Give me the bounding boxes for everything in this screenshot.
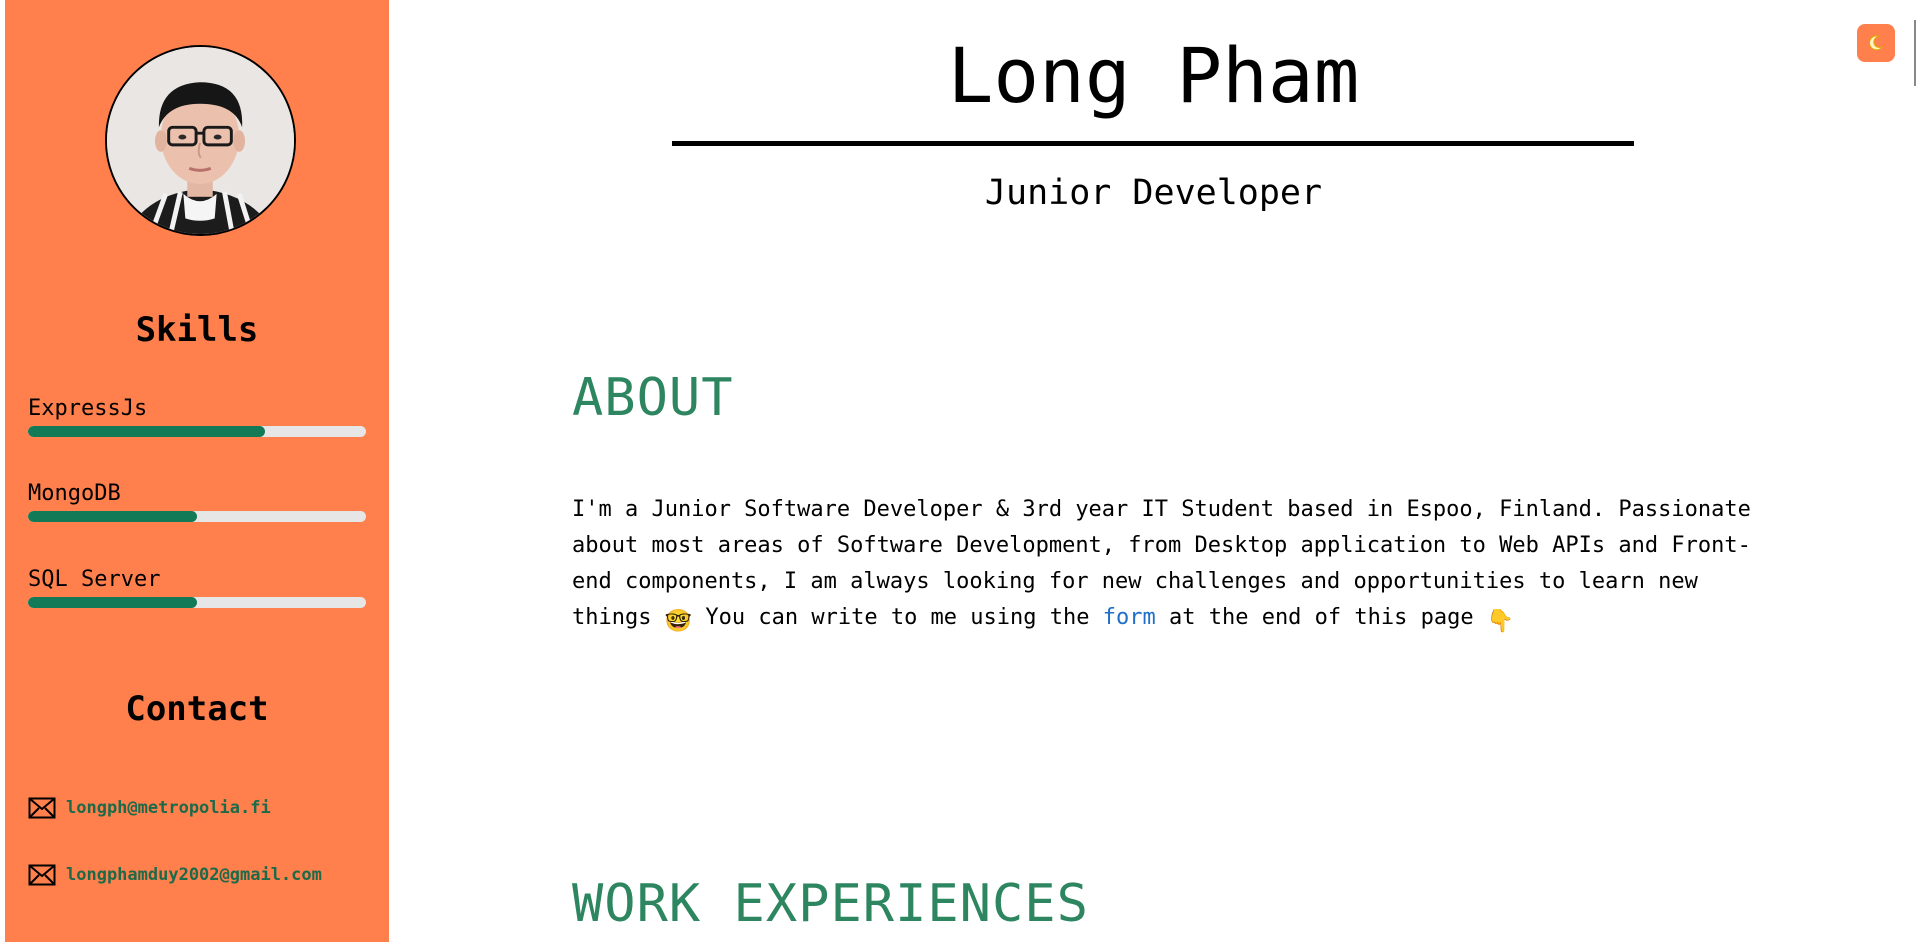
skill-item-mongodb: MongoDB xyxy=(28,481,366,522)
mail-icon xyxy=(28,864,56,886)
theme-toggle-button[interactable] xyxy=(1857,24,1895,62)
contact-heading: Contact xyxy=(125,689,269,729)
profile-photo xyxy=(107,47,294,234)
skill-progress-track xyxy=(28,426,366,437)
skill-progress-track xyxy=(28,511,366,522)
email-link[interactable]: longphamduy2002@gmail.com xyxy=(66,865,322,885)
work-experiences-heading: WORK EXPERIENCES xyxy=(572,874,1089,934)
contact-item-email-school: longph@metropolia.fi xyxy=(28,797,271,819)
pointing-down-emoji: 👇 xyxy=(1486,609,1515,634)
skill-item-expressjs: ExpressJs xyxy=(28,396,366,437)
sidebar: Skills ExpressJs MongoDB SQL Server Cont… xyxy=(5,0,389,942)
skill-item-sql-server: SQL Server xyxy=(28,567,366,608)
moon-icon xyxy=(1869,35,1883,51)
contact-item-email-personal: longphamduy2002@gmail.com xyxy=(28,864,322,886)
form-link[interactable]: form xyxy=(1103,605,1156,630)
title-divider xyxy=(672,141,1634,146)
nerd-face-emoji: 🤓 xyxy=(664,609,693,634)
about-heading: ABOUT xyxy=(572,368,734,428)
about-text-middle: You can write to me using the xyxy=(692,605,1103,630)
skill-name: MongoDB xyxy=(28,481,121,506)
skill-progress-fill xyxy=(28,511,197,522)
email-link[interactable]: longph@metropolia.fi xyxy=(66,798,271,818)
mail-icon xyxy=(28,797,56,819)
scrollbar-thumb[interactable] xyxy=(1914,20,1916,86)
about-paragraph: I'm a Junior Software Developer & 3rd ye… xyxy=(572,492,1772,640)
main-content: Long Pham Junior Developer ABOUT I'm a J… xyxy=(389,0,1918,942)
skill-name: ExpressJs xyxy=(28,396,148,421)
skill-progress-fill xyxy=(28,426,265,437)
job-title: Junior Developer xyxy=(984,173,1323,213)
avatar xyxy=(105,45,296,236)
about-text-end: at the end of this page xyxy=(1155,605,1487,630)
skill-progress-track xyxy=(28,597,366,608)
skills-heading: Skills xyxy=(135,310,259,350)
page-title: Long Pham xyxy=(947,31,1360,120)
skill-progress-fill xyxy=(28,597,197,608)
skill-name: SQL Server xyxy=(28,567,161,592)
